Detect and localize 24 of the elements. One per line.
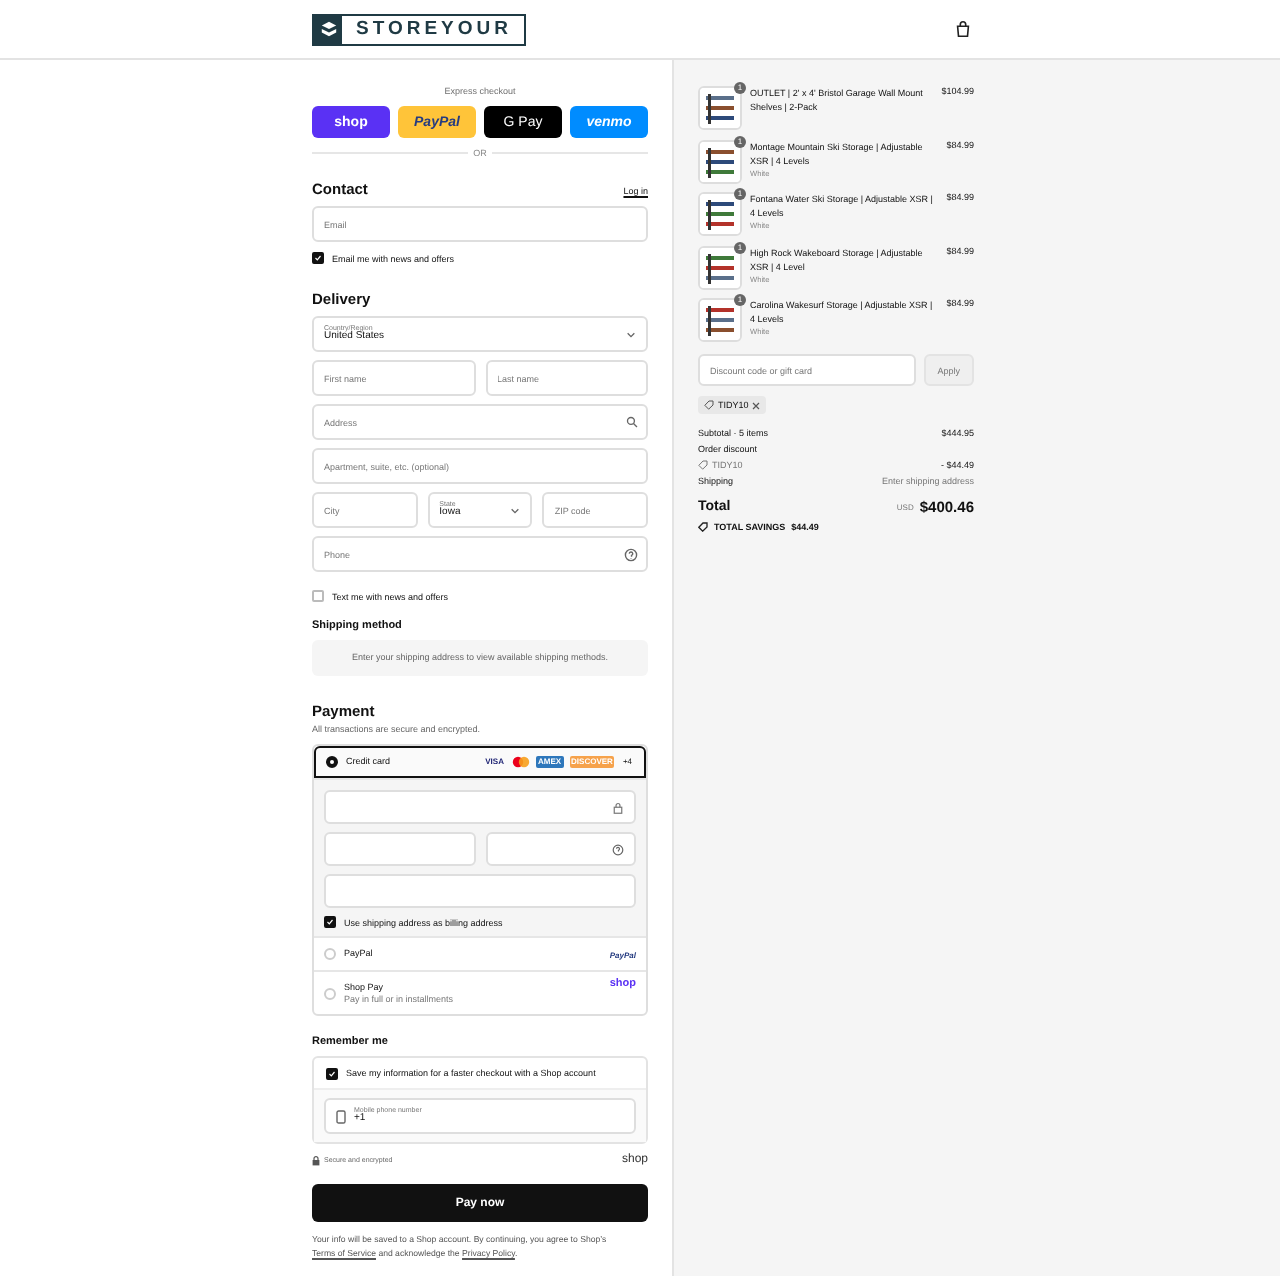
security-code-field[interactable] — [485, 832, 636, 866]
lock-icon — [612, 801, 624, 813]
checkbox[interactable] — [312, 252, 324, 264]
phone-icon — [336, 1109, 346, 1123]
close-icon[interactable] — [752, 401, 761, 409]
tag-icon — [704, 400, 714, 410]
store-logo[interactable]: STOREYOUR — [312, 13, 527, 45]
chevron-down-icon — [626, 329, 636, 339]
help-icon[interactable] — [624, 548, 638, 562]
checkbox[interactable] — [324, 916, 336, 928]
chevron-down-icon — [510, 505, 521, 515]
bag-icon[interactable] — [954, 20, 972, 38]
checkbox[interactable] — [326, 1067, 338, 1079]
search-icon — [626, 416, 638, 428]
expiry-field[interactable] — [324, 832, 475, 866]
card-number-field[interactable] — [324, 790, 636, 824]
name-on-card-field[interactable] — [324, 874, 636, 908]
tag-icon — [698, 460, 708, 470]
help-icon[interactable] — [612, 843, 624, 855]
lock-icon — [312, 1155, 320, 1165]
checkbox[interactable] — [312, 590, 324, 602]
card-brand-icon — [511, 756, 530, 768]
tag-icon — [698, 522, 708, 532]
logo-icon — [319, 20, 337, 38]
